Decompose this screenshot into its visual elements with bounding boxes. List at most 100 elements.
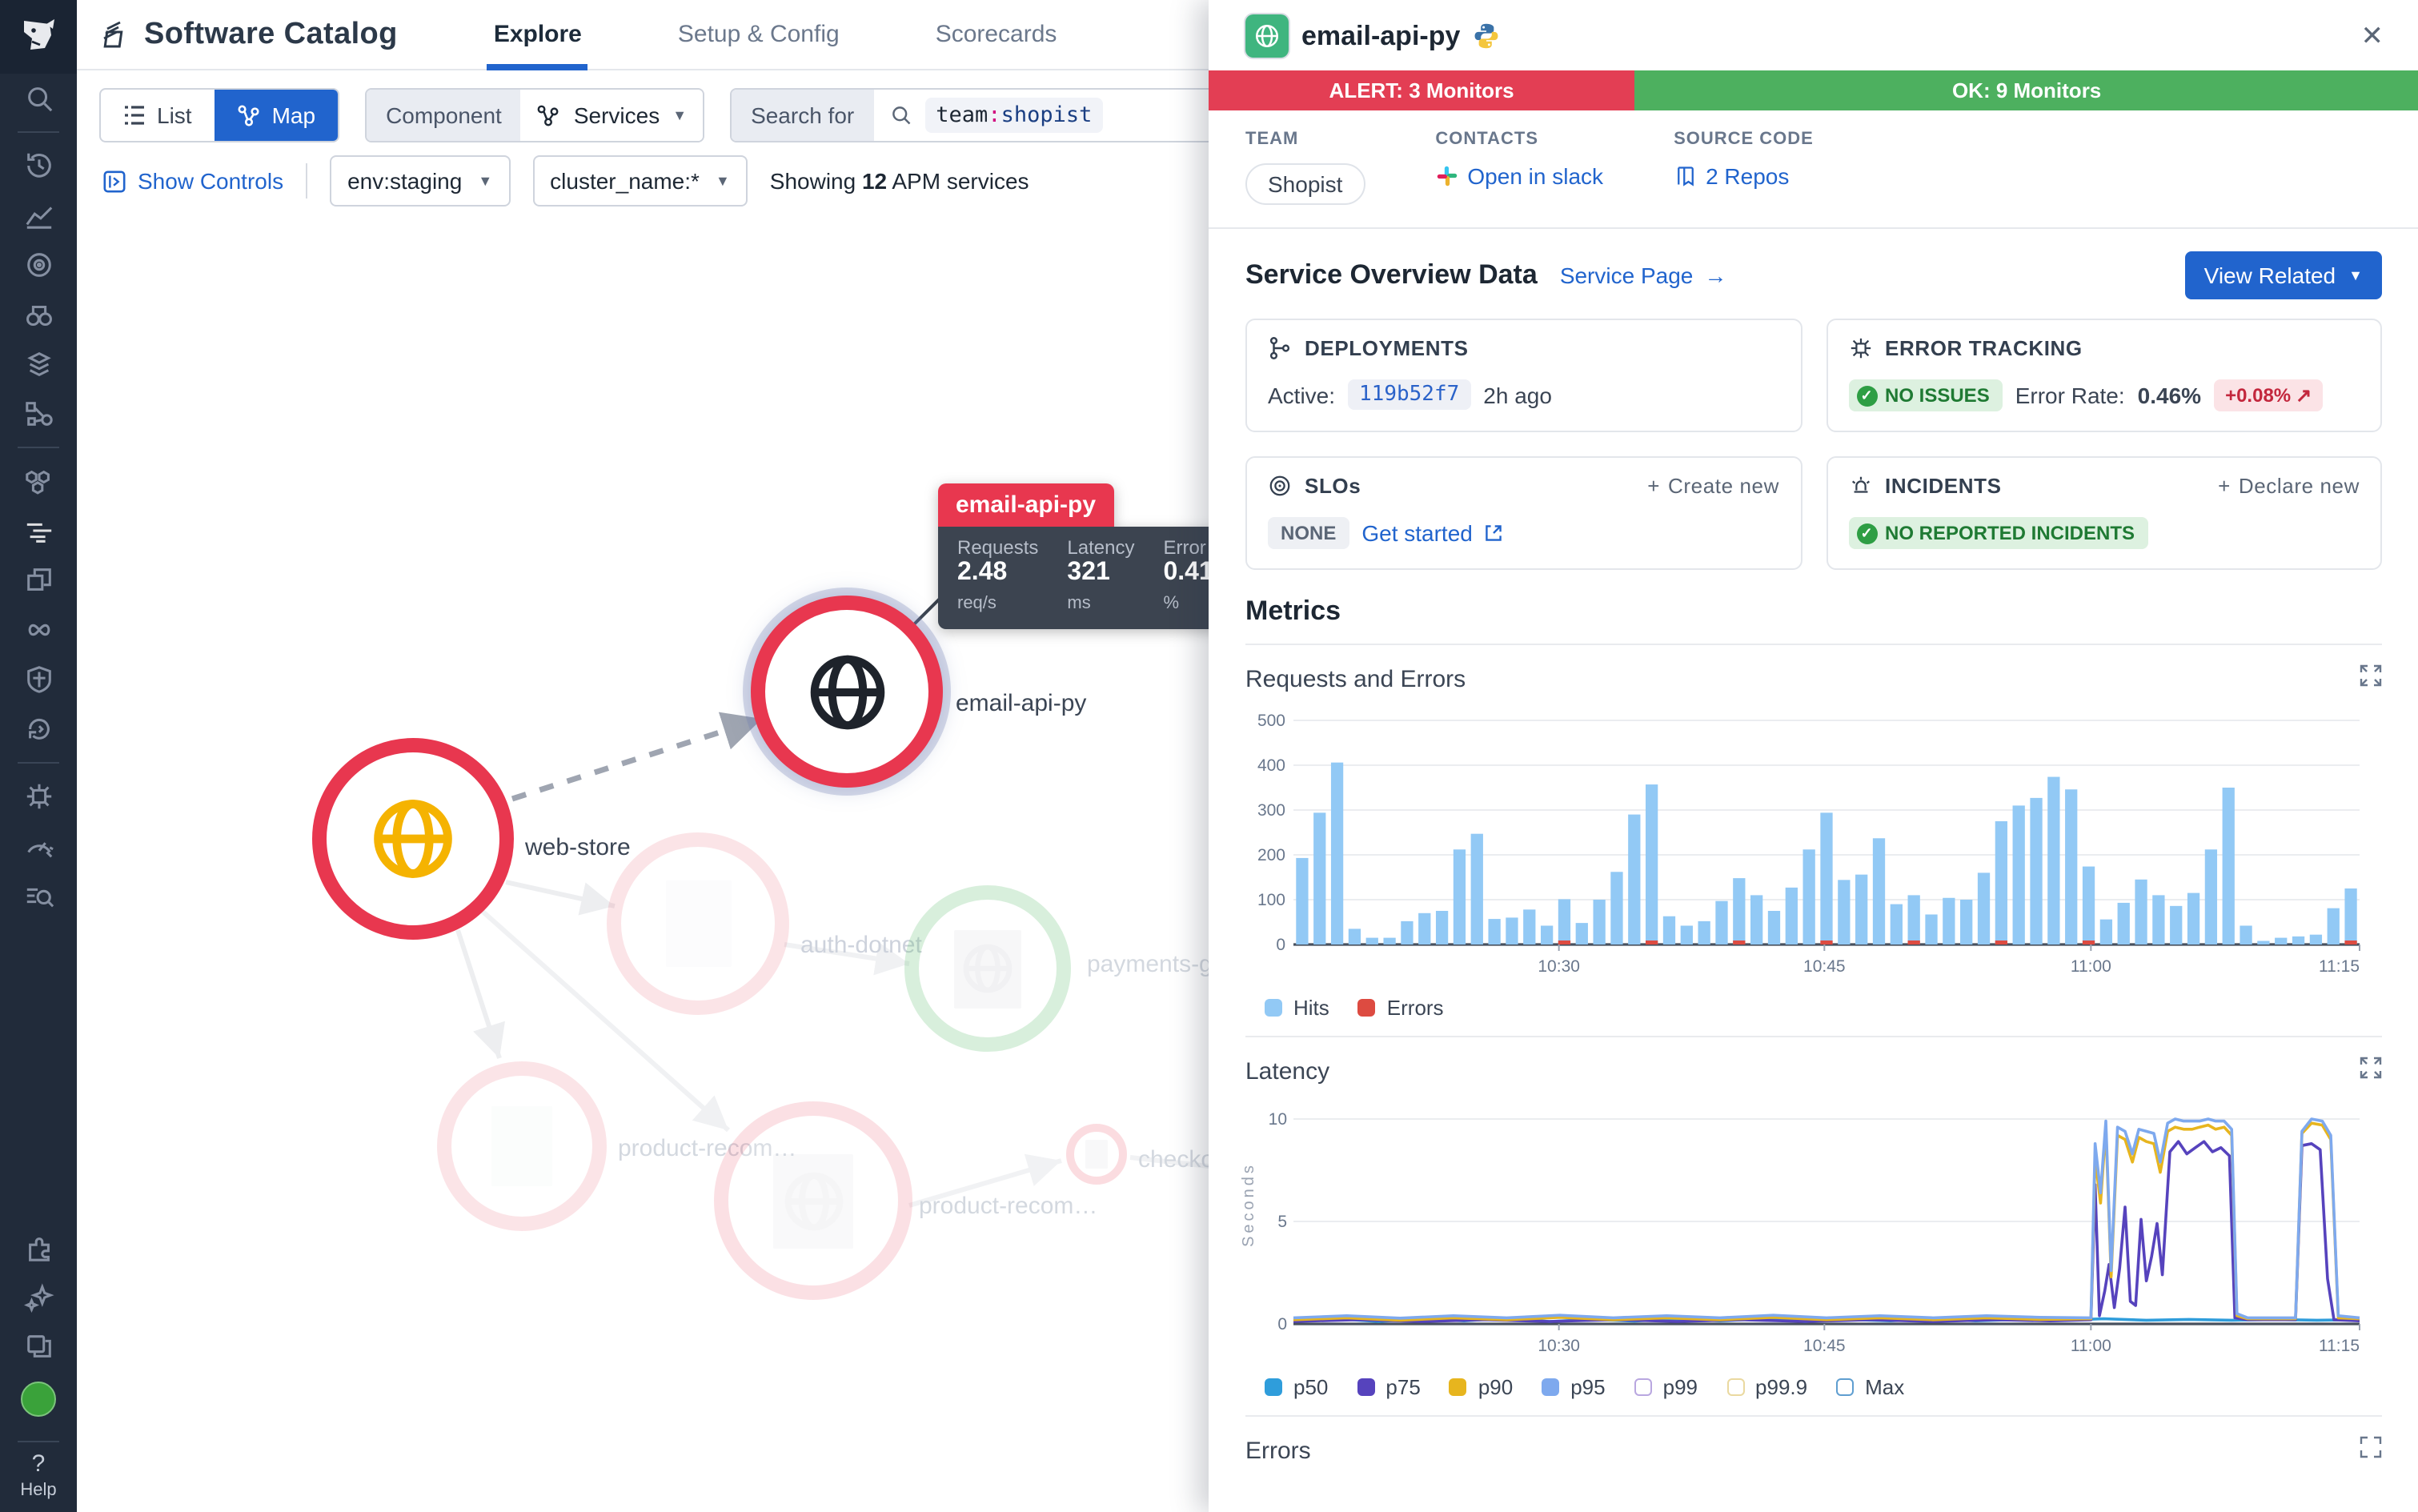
error-tracking-bug-icon[interactable] [0,772,77,821]
svg-text:10:30: 10:30 [1538,957,1580,976]
errors-chart-title: Errors [1245,1438,1311,1465]
sidebar-bottom-group: ?Help [0,1223,77,1512]
legend-item-p50[interactable]: p50 [1265,1375,1328,1399]
tooltip-requests: Requests 2.48 req/s [957,536,1038,616]
services-dropdown[interactable]: Services ▼ [521,90,703,141]
deployments-branch-icon [1268,336,1292,360]
apm-binoculars-icon[interactable] [0,290,77,339]
workspaces-icon[interactable] [0,1322,77,1372]
create-slo-button[interactable]: +Create new [1647,474,1779,498]
node-label-auth-dotnet: auth-dotnet [800,932,922,959]
services-icon [537,103,561,127]
no-issues-badge: ✓NO ISSUES [1848,379,2003,411]
svg-text:10:45: 10:45 [1803,957,1846,976]
service-map-icon[interactable] [0,389,77,439]
svg-text:10: 10 [1269,1110,1287,1129]
ci-cd-icon[interactable] [0,704,77,754]
list-view-button[interactable]: List [101,90,215,141]
security-shield-icon[interactable] [0,655,77,704]
ai-sparkles-icon[interactable] [0,1273,77,1322]
view-related-button[interactable]: View Related▼ [2185,251,2382,299]
service-node-auth-dotnet[interactable] [607,832,789,1015]
legend-item-max[interactable]: Max [1836,1375,1904,1399]
slos-card: SLOs +Create new NONE Get started [1245,456,1802,570]
legend-item-hits[interactable]: Hits [1265,996,1329,1020]
slo-get-started-link[interactable]: Get started [1361,520,1503,546]
svg-text:11:15: 11:15 [2319,957,2360,976]
panel-header: email-api-py ✕ [1209,0,2418,70]
legend-item-p75[interactable]: p75 [1357,1375,1420,1399]
help-question-icon: ? [20,1450,56,1478]
team-pill[interactable]: Shopist [1245,163,1365,205]
search-nav-icon[interactable] [0,74,77,123]
history-icon[interactable] [0,141,77,191]
service-node-payments-go[interactable] [904,885,1071,1052]
sidebar-divider [18,447,59,448]
component-label: Component [367,90,521,141]
tab-scorecards[interactable]: Scorecards [929,0,1064,70]
tooltip-error: Error 0.41 % [1163,536,1213,616]
repos-link[interactable]: 2 Repos [1674,163,1814,189]
synthetics-icon[interactable] [0,605,77,655]
show-controls-link[interactable]: Show Controls [102,168,283,194]
chevron-down-icon: ▼ [672,107,687,123]
service-node-web-store[interactable] [312,738,514,940]
software-catalog-icon[interactable] [0,506,77,555]
legend-item-p99[interactable]: p99 [1634,1375,1698,1399]
svg-text:11:00: 11:00 [2071,1337,2111,1355]
tab-setup-config[interactable]: Setup & Config [672,0,846,70]
expand-chart-icon[interactable] [2360,1436,2382,1466]
expand-chart-icon[interactable] [2360,1057,2382,1087]
left-sidebar: ?Help [0,0,77,1512]
node-label-web-store: web-store [525,834,631,861]
tab-explore[interactable]: Explore [487,0,588,70]
requests-errors-chart[interactable]: 010020030040050010:3010:4511:0011:15 [1245,704,2369,986]
alert-monitors-segment[interactable]: ALERT: 3 Monitors [1209,70,1634,110]
declare-incident-button[interactable]: +Declare new [2218,474,2360,498]
rum-windows-icon[interactable] [0,555,77,605]
user-avatar[interactable] [21,1382,56,1417]
legend-item-p95[interactable]: p95 [1542,1375,1605,1399]
datadog-logo[interactable] [0,0,77,74]
service-globe-badge [1245,14,1289,58]
app-root: ?Help Software Catalog Explore Setup & C… [0,0,2418,1512]
svg-text:11:00: 11:00 [2071,957,2111,976]
map-view-button[interactable]: Map [215,90,338,141]
service-node-product-recommendation-a[interactable] [437,1061,607,1231]
expand-chart-icon[interactable] [2360,664,2382,695]
service-meta-row: TEAM Shopist CONTACTS Open in slack SOUR… [1209,110,2418,205]
search-query-chip[interactable]: team:shopist [924,98,1103,133]
tooltip-latency: Latency 321 ms [1067,536,1134,616]
tooltip-title: email-api-py [938,483,1113,527]
service-node-product-recommendation-b[interactable] [714,1101,912,1300]
search-for-label: Search for [732,90,873,141]
open-in-slack-link[interactable]: Open in slack [1435,163,1603,189]
profiling-gauge-icon[interactable] [0,821,77,871]
integrations-puzzle-icon[interactable] [0,1223,77,1273]
latency-chart-title: Latency [1245,1058,1329,1085]
watchdog-icon[interactable] [0,240,77,290]
close-panel-button[interactable]: ✕ [2352,17,2394,55]
svg-text:500: 500 [1257,712,1285,730]
service-node-checkout[interactable] [1066,1124,1127,1185]
env-filter-dropdown[interactable]: env:staging▼ [330,155,510,207]
error-tracking-bug-icon [1848,336,1872,360]
service-node-email-api-py[interactable] [751,596,943,788]
dog-icon [18,16,59,58]
legend-item-p99-9[interactable]: p99.9 [1726,1375,1807,1399]
containers-hexagons-icon[interactable] [0,456,77,506]
slo-none-chip: NONE [1268,517,1349,549]
legend-item-p90[interactable]: p90 [1450,1375,1513,1399]
help-button[interactable]: ?Help [20,1450,56,1512]
log-search-icon[interactable] [0,871,77,920]
ok-monitors-segment[interactable]: OK: 9 Monitors [1634,70,2418,110]
legend-item-errors[interactable]: Errors [1358,996,1444,1020]
deployment-version-chip[interactable]: 119b52f7 [1348,379,1470,410]
infrastructure-layers-icon[interactable] [0,339,77,389]
show-controls-icon [102,169,126,193]
cluster-filter-dropdown[interactable]: cluster_name:*▼ [532,155,748,207]
metrics-icon[interactable] [0,191,77,240]
sidebar-divider [18,762,59,764]
service-page-link[interactable]: Service Page → [1560,263,1727,288]
latency-chart[interactable]: 051010:3010:4511:0011:15 [1268,1097,2369,1366]
